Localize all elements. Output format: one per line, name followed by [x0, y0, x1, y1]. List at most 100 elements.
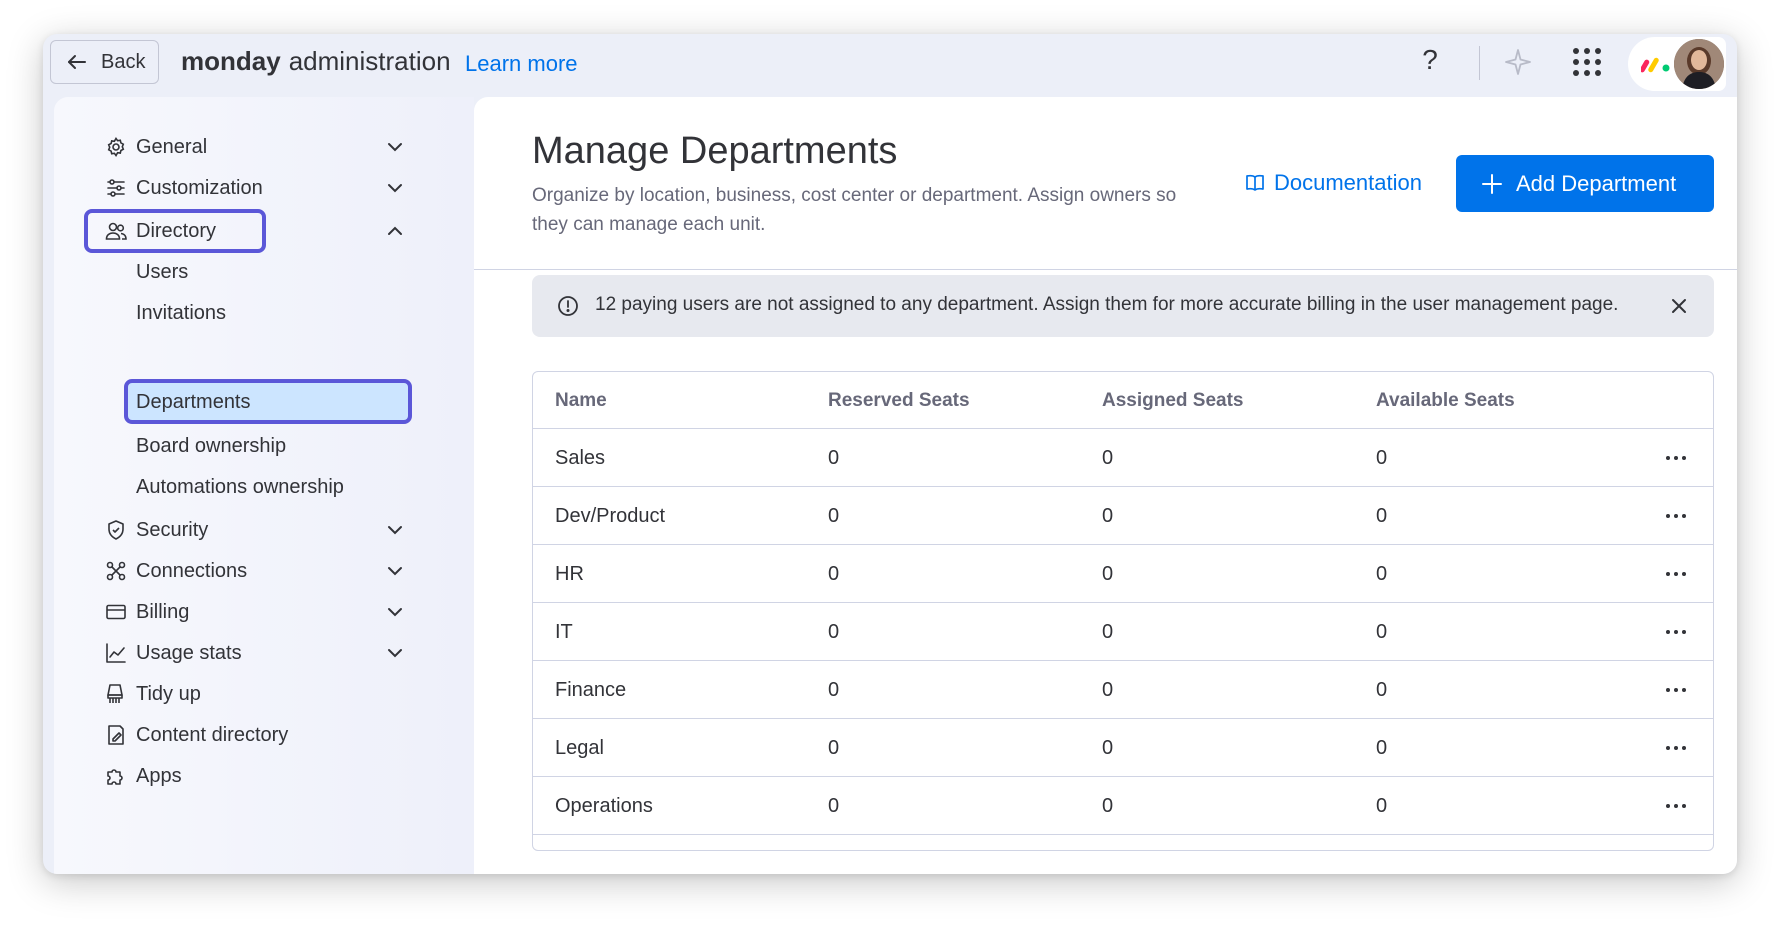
chevron-down-icon[interactable]	[384, 177, 406, 199]
sidebar-item-label: Automations ownership	[136, 475, 344, 498]
sidebar-item-invitations[interactable]: Invitations	[54, 291, 474, 335]
top-bar: Back monday administration Learn more ?	[43, 34, 1737, 97]
department-name: Finance	[555, 679, 627, 701]
account-menu[interactable]	[1628, 37, 1726, 91]
app-title: monday administration	[181, 46, 451, 77]
table-row[interactable]: Operations 0 0 0	[533, 777, 1713, 835]
more-options-icon[interactable]	[1663, 793, 1689, 819]
column-header-available-seats[interactable]: Available Seats	[1376, 390, 1515, 412]
sidebar-item-users[interactable]: Users	[54, 250, 474, 294]
sidebar-item-label: Directory	[136, 219, 217, 242]
sidebar-item-billing[interactable]: Billing	[54, 590, 474, 634]
monday-logo-icon	[1641, 57, 1670, 73]
table-row[interactable]: Dev/Product 0 0 0	[533, 487, 1713, 545]
table-row[interactable]: Legal 0 0 0	[533, 719, 1713, 777]
divider	[1479, 46, 1480, 80]
sidebar-item-automations-ownership[interactable]: Automations ownership	[54, 465, 474, 509]
sparkle-icon[interactable]	[1501, 45, 1535, 79]
sidebar-item-label: General	[136, 135, 208, 158]
chevron-down-icon[interactable]	[384, 560, 406, 582]
table-row[interactable]: Finance 0 0 0	[533, 661, 1713, 719]
arrow-left-icon	[68, 55, 86, 69]
learn-more-link[interactable]: Learn more	[465, 51, 578, 77]
sidebar-item-label: Users	[136, 260, 189, 283]
available-seats: 0	[1376, 737, 1388, 759]
table-row[interactable]: IT 0 0 0	[533, 603, 1713, 661]
add-department-button[interactable]: Add Department	[1456, 155, 1714, 212]
help-icon[interactable]: ?	[1415, 44, 1445, 80]
departments-table: Name Reserved Seats Assigned Seats Avail…	[532, 371, 1714, 851]
chevron-down-icon[interactable]	[384, 519, 406, 541]
documentation-link[interactable]: Documentation	[1244, 170, 1422, 196]
reserved-seats: 0	[828, 621, 840, 643]
table-row[interactable]: Sales 0 0 0	[533, 429, 1713, 487]
more-options-icon[interactable]	[1663, 619, 1689, 645]
assigned-seats: 0	[1102, 563, 1114, 585]
chevron-down-icon[interactable]	[384, 642, 406, 664]
column-header-reserved-seats[interactable]: Reserved Seats	[828, 390, 970, 412]
reserved-seats: 0	[828, 563, 840, 585]
available-seats: 0	[1376, 679, 1388, 701]
sidebar-item-customization[interactable]: Customization	[54, 166, 474, 210]
assigned-seats: 0	[1102, 505, 1114, 527]
admin-window: Back monday administration Learn more ?	[43, 34, 1737, 874]
chart-icon	[106, 643, 126, 663]
department-name: Operations	[555, 795, 653, 817]
puzzle-icon	[107, 769, 123, 785]
sidebar-item-apps[interactable]: Apps	[54, 754, 474, 798]
shield-icon	[108, 520, 124, 540]
column-header-name[interactable]: Name	[555, 390, 607, 412]
sidebar-item-usage-stats[interactable]: Usage stats	[54, 631, 474, 675]
reserved-seats: 0	[828, 505, 840, 527]
sidebar-item-label: Invitations	[136, 301, 227, 324]
page-description: Organize by location, business, cost cen…	[532, 185, 1177, 235]
department-name: Sales	[555, 447, 606, 469]
sidebar-item-label: Content directory	[136, 723, 289, 746]
more-options-icon[interactable]	[1663, 561, 1689, 587]
alert-text: 12 paying users are not assigned to any …	[595, 294, 1619, 315]
back-button[interactable]: Back	[50, 40, 159, 84]
available-seats: 0	[1376, 563, 1388, 585]
assigned-seats: 0	[1102, 679, 1114, 701]
brand-section: administration	[288, 46, 451, 76]
page-title: Manage Departments	[532, 130, 898, 172]
table-row[interactable]: HR 0 0 0	[533, 545, 1713, 603]
sidebar-item-departments[interactable]: Departments	[54, 380, 474, 424]
department-name: Legal	[555, 737, 604, 759]
documentation-label: Documentation	[1274, 170, 1422, 195]
sidebar-item-tidy-up[interactable]: Tidy up	[54, 672, 474, 716]
chevron-up-icon[interactable]	[384, 220, 406, 242]
sidebar-item-board-ownership[interactable]: Board ownership	[54, 424, 474, 468]
available-seats: 0	[1376, 505, 1388, 527]
header-divider	[474, 269, 1737, 270]
sidebar-item-general[interactable]: General	[54, 125, 474, 169]
reserved-seats: 0	[828, 737, 840, 759]
people-icon	[105, 222, 127, 240]
back-label: Back	[101, 50, 146, 73]
more-options-icon[interactable]	[1663, 503, 1689, 529]
assigned-seats: 0	[1102, 737, 1114, 759]
sidebar-item-content-directory[interactable]: Content directory	[54, 713, 474, 757]
table-header: Name Reserved Seats Assigned Seats Avail…	[533, 372, 1713, 429]
close-icon[interactable]	[1668, 295, 1690, 317]
apps-grid-icon[interactable]	[1570, 45, 1604, 79]
sidebar-item-directory[interactable]: Directory	[54, 209, 474, 253]
more-options-icon[interactable]	[1663, 735, 1689, 761]
chevron-down-icon[interactable]	[384, 601, 406, 623]
sidebar-item-connections[interactable]: Connections	[54, 549, 474, 593]
sidebar-item-security[interactable]: Security	[54, 508, 474, 552]
column-header-assigned-seats[interactable]: Assigned Seats	[1102, 390, 1244, 412]
assigned-seats: 0	[1102, 795, 1114, 817]
assigned-seats: 0	[1102, 621, 1114, 643]
chevron-down-icon[interactable]	[384, 136, 406, 158]
brand-name: monday	[181, 46, 281, 76]
sidebar-item-label: Usage stats	[136, 641, 242, 664]
more-options-icon[interactable]	[1663, 445, 1689, 471]
sidebar-item-label: Departments	[136, 390, 251, 413]
sidebar: General Customization Directory Users In…	[54, 97, 474, 874]
sidebar-item-label: Customization	[136, 176, 263, 199]
broom-icon	[107, 684, 123, 703]
more-options-icon[interactable]	[1663, 677, 1689, 703]
avatar[interactable]	[1674, 39, 1724, 89]
sidebar-item-label: Board ownership	[136, 434, 287, 457]
